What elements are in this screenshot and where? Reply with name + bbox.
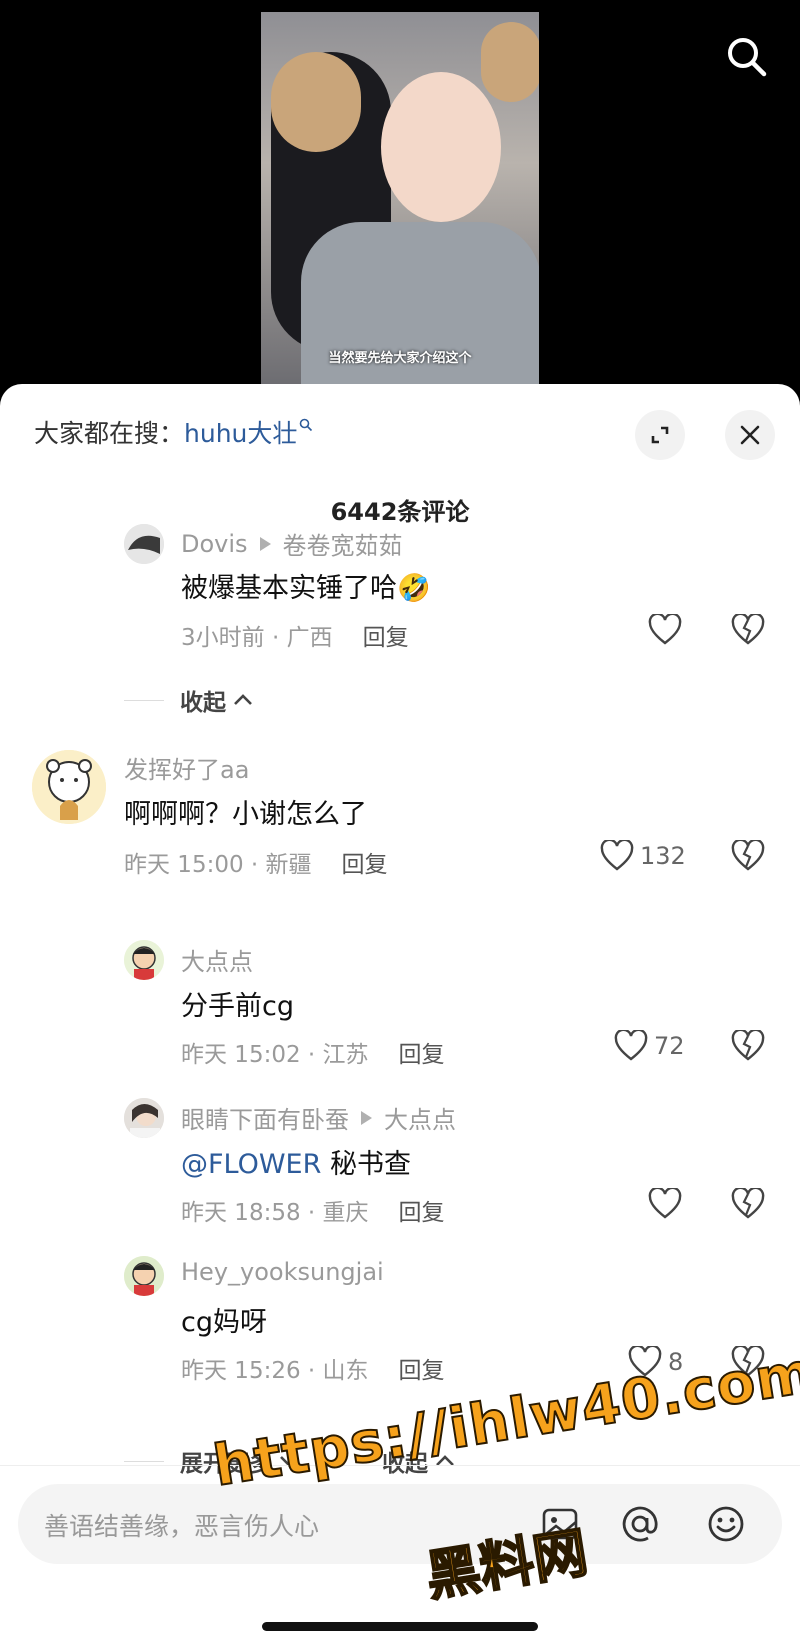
reply-to-username[interactable]: 卷卷宽茹茹 xyxy=(283,526,403,561)
time-location: 昨天 15:02 · 江苏 xyxy=(181,1042,369,1068)
hot-search-keyword[interactable]: huhu大壮 xyxy=(184,414,297,450)
video-figure-earmuff-left xyxy=(271,52,361,152)
hot-search-link[interactable]: 大家都在搜： huhu大壮 xyxy=(34,414,313,450)
dislike-button[interactable] xyxy=(731,1028,765,1066)
broken-heart-icon xyxy=(731,1186,765,1219)
comment-body: 秘书查 xyxy=(321,1149,411,1180)
comment-meta: 昨天 18:58 · 重庆 回复 xyxy=(181,1193,445,1227)
divider-line xyxy=(124,699,164,701)
comment-meta: 昨天 15:02 · 江苏 回复 xyxy=(181,1035,445,1069)
reply-button[interactable]: 回复 xyxy=(363,625,409,651)
heart-icon xyxy=(614,1030,648,1061)
close-icon xyxy=(740,425,760,445)
username-text[interactable]: 大点点 xyxy=(181,942,253,977)
time-location: 昨天 18:58 · 重庆 xyxy=(181,1200,369,1226)
avatar[interactable] xyxy=(32,750,106,824)
video-area[interactable]: 当然要先给大家介绍这个 xyxy=(0,0,800,400)
at-mention-icon[interactable] xyxy=(618,1502,662,1546)
collapse-label: 收起 xyxy=(180,690,226,716)
username-text[interactable]: 发挥好了aa xyxy=(124,750,249,785)
divider-line xyxy=(124,1460,164,1462)
username-text[interactable]: Dovis xyxy=(181,530,248,558)
reply-button[interactable]: 回复 xyxy=(399,1358,445,1384)
time-location: 昨天 15:26 · 山东 xyxy=(181,1358,369,1384)
dislike-button[interactable] xyxy=(731,1186,765,1224)
like-button[interactable] xyxy=(648,614,682,646)
video-frame[interactable]: 当然要先给大家介绍这个 xyxy=(261,12,539,390)
close-sheet-button[interactable] xyxy=(725,410,775,460)
comment-text: 被爆基本实锤了哈🤣 xyxy=(181,573,431,604)
comment-meta: 昨天 15:26 · 山东 回复 xyxy=(181,1351,445,1385)
avatar[interactable] xyxy=(124,940,164,980)
dislike-button[interactable] xyxy=(731,838,765,876)
comment-text: @FLOWER 秘书查 xyxy=(181,1142,411,1181)
mention-link[interactable]: @FLOWER xyxy=(181,1149,321,1180)
video-figure-face xyxy=(381,72,501,222)
dislike-button[interactable] xyxy=(731,612,765,650)
comment-text: 啊啊啊？小谢怎么了 xyxy=(124,799,367,830)
time-location: 3小时前 · 广西 xyxy=(181,625,333,651)
like-button[interactable]: 72 xyxy=(614,1030,685,1062)
reply-arrow-icon xyxy=(259,536,271,551)
like-count: 132 xyxy=(640,842,686,870)
comment-username[interactable]: Hey_yooksungjai xyxy=(181,1258,384,1286)
comment-username[interactable]: Dovis 卷卷宽茹茹 xyxy=(181,526,403,561)
comment-username[interactable]: 大点点 xyxy=(181,942,253,977)
comment-input[interactable]: 善语结善缘，恶言伤人心 xyxy=(44,1507,319,1543)
search-icon[interactable] xyxy=(724,34,768,78)
comment-input-bar[interactable]: 善语结善缘，恶言伤人心 xyxy=(18,1484,782,1564)
username-text[interactable]: 眼睛下面有卧蚕 xyxy=(181,1100,349,1135)
time-location: 昨天 15:00 · 新疆 xyxy=(124,852,312,878)
reply-button[interactable]: 回复 xyxy=(342,852,388,878)
avatar[interactable] xyxy=(124,1098,164,1138)
reply-button[interactable]: 回复 xyxy=(399,1042,445,1068)
hot-search-prefix: 大家都在搜： xyxy=(34,419,185,448)
collapse-replies-button[interactable]: 收起 xyxy=(124,683,254,717)
comment-meta: 昨天 15:00 · 新疆 回复 xyxy=(124,845,388,879)
broken-heart-icon xyxy=(731,612,765,645)
like-button[interactable]: 132 xyxy=(600,840,686,872)
comment-text: cg妈呀 xyxy=(181,1307,267,1338)
comment-count-title: 6442条评论 xyxy=(330,498,470,526)
heart-icon xyxy=(648,614,682,645)
reply-button[interactable]: 回复 xyxy=(399,1200,445,1226)
comment-username[interactable]: 发挥好了aa xyxy=(124,750,249,785)
like-button[interactable] xyxy=(648,1188,682,1220)
heart-icon xyxy=(648,1188,682,1219)
comment-username[interactable]: 眼睛下面有卧蚕 大点点 xyxy=(181,1100,456,1135)
username-text[interactable]: Hey_yooksungjai xyxy=(181,1258,384,1286)
avatar[interactable] xyxy=(124,1256,164,1296)
broken-heart-icon xyxy=(731,1028,765,1061)
comment-meta: 3小时前 · 广西 回复 xyxy=(181,618,409,652)
emoji-icon[interactable] xyxy=(704,1502,748,1546)
avatar[interactable] xyxy=(124,524,164,564)
broken-heart-icon xyxy=(731,838,765,871)
chevron-up-icon xyxy=(234,694,252,705)
expand-icon xyxy=(651,426,669,444)
reply-arrow-icon xyxy=(361,1110,372,1125)
comment-text: 分手前cg xyxy=(181,991,294,1022)
video-figure-earmuff-right xyxy=(481,22,539,102)
reply-to-username[interactable]: 大点点 xyxy=(384,1100,456,1135)
heart-icon xyxy=(600,840,634,871)
like-count: 72 xyxy=(654,1032,685,1060)
home-indicator[interactable] xyxy=(262,1622,538,1631)
expand-sheet-button[interactable] xyxy=(635,410,685,460)
small-search-icon xyxy=(299,418,313,436)
video-subtitle: 当然要先给大家介绍这个 xyxy=(328,351,472,366)
